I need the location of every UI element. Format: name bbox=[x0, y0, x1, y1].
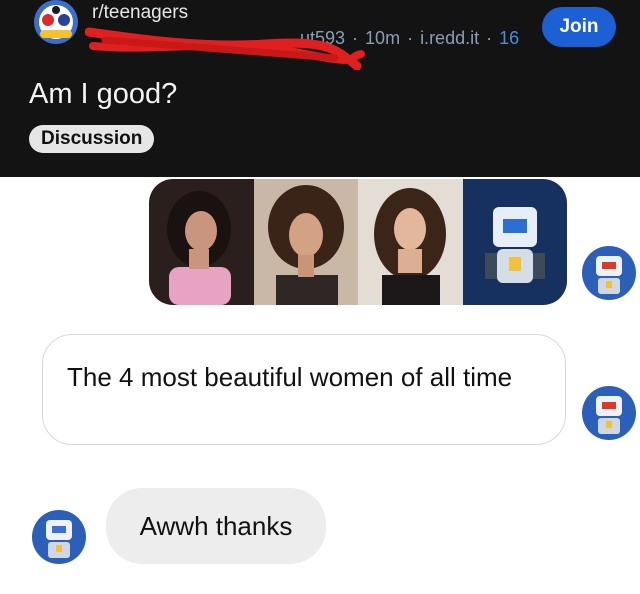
shared-image-grid[interactable] bbox=[149, 179, 567, 305]
received-message-text: Awwh thanks bbox=[139, 510, 293, 541]
received-message-bubble[interactable]: Awwh thanks bbox=[106, 488, 326, 564]
meta-separator: · bbox=[407, 28, 414, 48]
photo-1 bbox=[149, 179, 254, 305]
red-scribble-redaction bbox=[85, 27, 365, 70]
photo-4 bbox=[462, 179, 567, 305]
join-button[interactable]: Join bbox=[542, 7, 616, 47]
post-flair[interactable]: Discussion bbox=[29, 125, 155, 153]
post-header: r/teenagers u/ut593·10m·i.redd.it·16 Joi… bbox=[0, 0, 640, 177]
post-domain[interactable]: i.redd.it bbox=[420, 28, 479, 48]
robot-avatar-icon[interactable] bbox=[582, 246, 636, 300]
sent-message-text: The 4 most beautiful women of all time bbox=[67, 362, 513, 392]
robot-avatar-icon[interactable] bbox=[582, 386, 636, 440]
post-time: 10m bbox=[365, 28, 401, 48]
photo-2 bbox=[253, 179, 358, 305]
robot-avatar-icon[interactable] bbox=[32, 510, 86, 564]
meta-separator: · bbox=[486, 28, 493, 48]
post-title[interactable]: Am I good? bbox=[29, 78, 177, 111]
photo-3 bbox=[358, 179, 463, 305]
subreddit-avatar-icon[interactable] bbox=[26, 0, 86, 48]
sent-message-bubble[interactable]: The 4 most beautiful women of all time bbox=[42, 334, 566, 445]
post-score: 16 bbox=[499, 28, 520, 48]
